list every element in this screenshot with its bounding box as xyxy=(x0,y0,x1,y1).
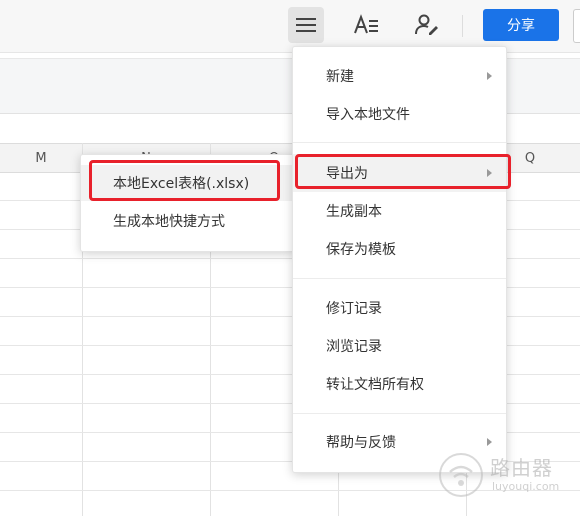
router-logo-icon xyxy=(439,453,483,497)
chevron-right-icon xyxy=(487,72,492,80)
menu-item-label: 帮助与反馈 xyxy=(326,435,396,451)
file-menu: 新建 导入本地文件 导出为 生成副本 保存为模板 修订记录 浏览记录 转让文档所… xyxy=(292,46,507,473)
menu-item-local-shortcut[interactable]: 生成本地快捷方式 xyxy=(81,203,294,239)
menu-divider xyxy=(293,278,506,279)
highlight-export-as xyxy=(295,154,511,189)
menu-item-label: 保存为模板 xyxy=(326,242,396,258)
menu-item-label: 浏览记录 xyxy=(326,339,382,355)
menu-item-label: 导入本地文件 xyxy=(326,107,410,123)
menu-item-label: 生成本地快捷方式 xyxy=(113,214,225,230)
highlight-export-xlsx xyxy=(89,160,280,201)
toolbar-divider xyxy=(462,15,463,37)
menu-item-label: 转让文档所有权 xyxy=(326,377,424,393)
menu-item-view-history[interactable]: 浏览记录 xyxy=(293,327,506,365)
menu-divider xyxy=(293,413,506,414)
column-header-m[interactable]: M xyxy=(0,144,82,172)
overflow-button[interactable] xyxy=(573,9,580,43)
watermark-logo: 路由器 luyouqi.com xyxy=(436,448,576,504)
share-button[interactable]: 分享 xyxy=(483,9,559,41)
menu-divider xyxy=(293,142,506,143)
menu-item-make-copy[interactable]: 生成副本 xyxy=(293,192,506,230)
user-edit-icon[interactable] xyxy=(409,7,445,43)
menu-item-import-local[interactable]: 导入本地文件 xyxy=(293,95,506,133)
menu-item-new[interactable]: 新建 xyxy=(293,57,506,95)
menu-item-label: 修订记录 xyxy=(326,301,382,317)
watermark-subtitle: luyouqi.com xyxy=(492,480,560,493)
menu-item-label: 新建 xyxy=(326,69,354,85)
hamburger-icon[interactable] xyxy=(288,7,324,43)
text-format-icon[interactable] xyxy=(349,7,385,43)
menu-item-revision-history[interactable]: 修订记录 xyxy=(293,289,506,327)
watermark-title: 路由器 xyxy=(490,456,553,480)
menu-item-save-as-template[interactable]: 保存为模板 xyxy=(293,230,506,268)
menu-item-transfer-ownership[interactable]: 转让文档所有权 xyxy=(293,365,506,403)
chevron-right-icon xyxy=(487,438,492,446)
menu-item-label: 生成副本 xyxy=(326,204,382,220)
